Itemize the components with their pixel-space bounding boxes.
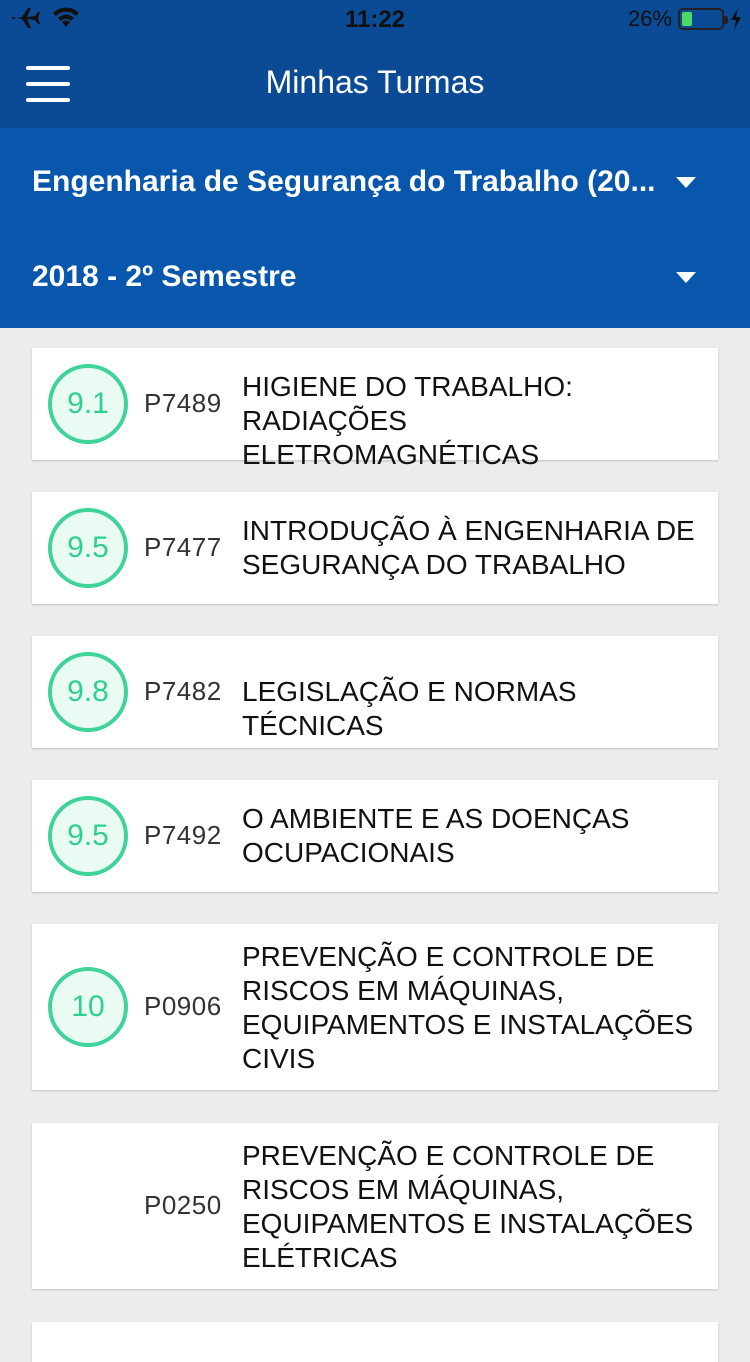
course-name: LEGISLAÇÃO E NORMAS TÉCNICAS [242,676,577,741]
grade-badge: 9.1 [48,364,128,444]
battery-icon [678,8,728,30]
course-name: PREVENÇÃO E CONTROLE DE RISCOS EM MÁQUIN… [242,941,694,1074]
course-name: O AMBIENTE E AS DOENÇAS OCUPACIONAIS [242,803,630,868]
course-select[interactable]: Engenharia de Segurança do Trabalho (20.… [32,147,718,217]
course-name: PREVENÇÃO E CONTROLE DE RISCOS EM MÁQUIN… [242,1140,694,1273]
semester-select[interactable]: 2018 - 2º Semestre [32,242,718,312]
course-card[interactable]: 9.5 P7477 INTRODUÇÃO À ENGENHARIA DE SEG… [32,492,718,604]
course-code: P0250 [144,1190,222,1220]
filters-panel: Engenharia de Segurança do Trabalho (20.… [0,128,750,328]
course-card[interactable]: 9.5 P7492 O AMBIENTE E AS DOENÇAS OCUPAC… [32,780,718,892]
course-card[interactable]: 9.1 P7489 HIGIENE DO TRABALHO: RADIAÇÕES… [32,348,718,470]
course-card[interactable]: P0250 PREVENÇÃO E CONTROLE DE RISCOS EM … [32,1123,718,1289]
course-code: P7492 [144,820,222,850]
grade-badge: 9.8 [48,652,128,732]
course-card[interactable]: 9.8 P7482 LEGISLAÇÃO E NORMAS TÉCNICAS [32,636,718,748]
grade-badge: 9.5 [48,796,128,876]
grade-badge: 10 [48,967,128,1047]
status-right: 26% [628,6,742,32]
course-select-value: Engenharia de Segurança do Trabalho (20.… [32,165,656,198]
course-card[interactable] [32,1322,718,1362]
course-card[interactable]: 10 P0906 PREVENÇÃO E CONTROLE DE RISCOS … [32,924,718,1090]
charging-bolt-icon [731,8,741,30]
page-title: Minhas Turmas [265,64,485,100]
course-name: INTRODUÇÃO À ENGENHARIA DE SEGURANÇA DO … [242,515,695,580]
semester-select-value: 2018 - 2º Semestre [32,260,297,293]
status-bar: 11:22 26% [0,0,750,40]
course-code: P0906 [144,991,222,1021]
battery-level [682,12,692,26]
course-code: P7489 [144,388,222,418]
grade-badge: 9.5 [48,508,128,588]
chevron-down-icon [676,176,696,188]
app-header: Minhas Turmas [0,40,750,128]
course-code: P7477 [144,532,222,562]
chevron-down-icon [676,271,696,283]
battery-percent: 26% [627,6,672,31]
course-code: P7482 [144,676,222,706]
course-name: HIGIENE DO TRABALHO: RADIAÇÕES ELETROMAG… [242,371,573,470]
